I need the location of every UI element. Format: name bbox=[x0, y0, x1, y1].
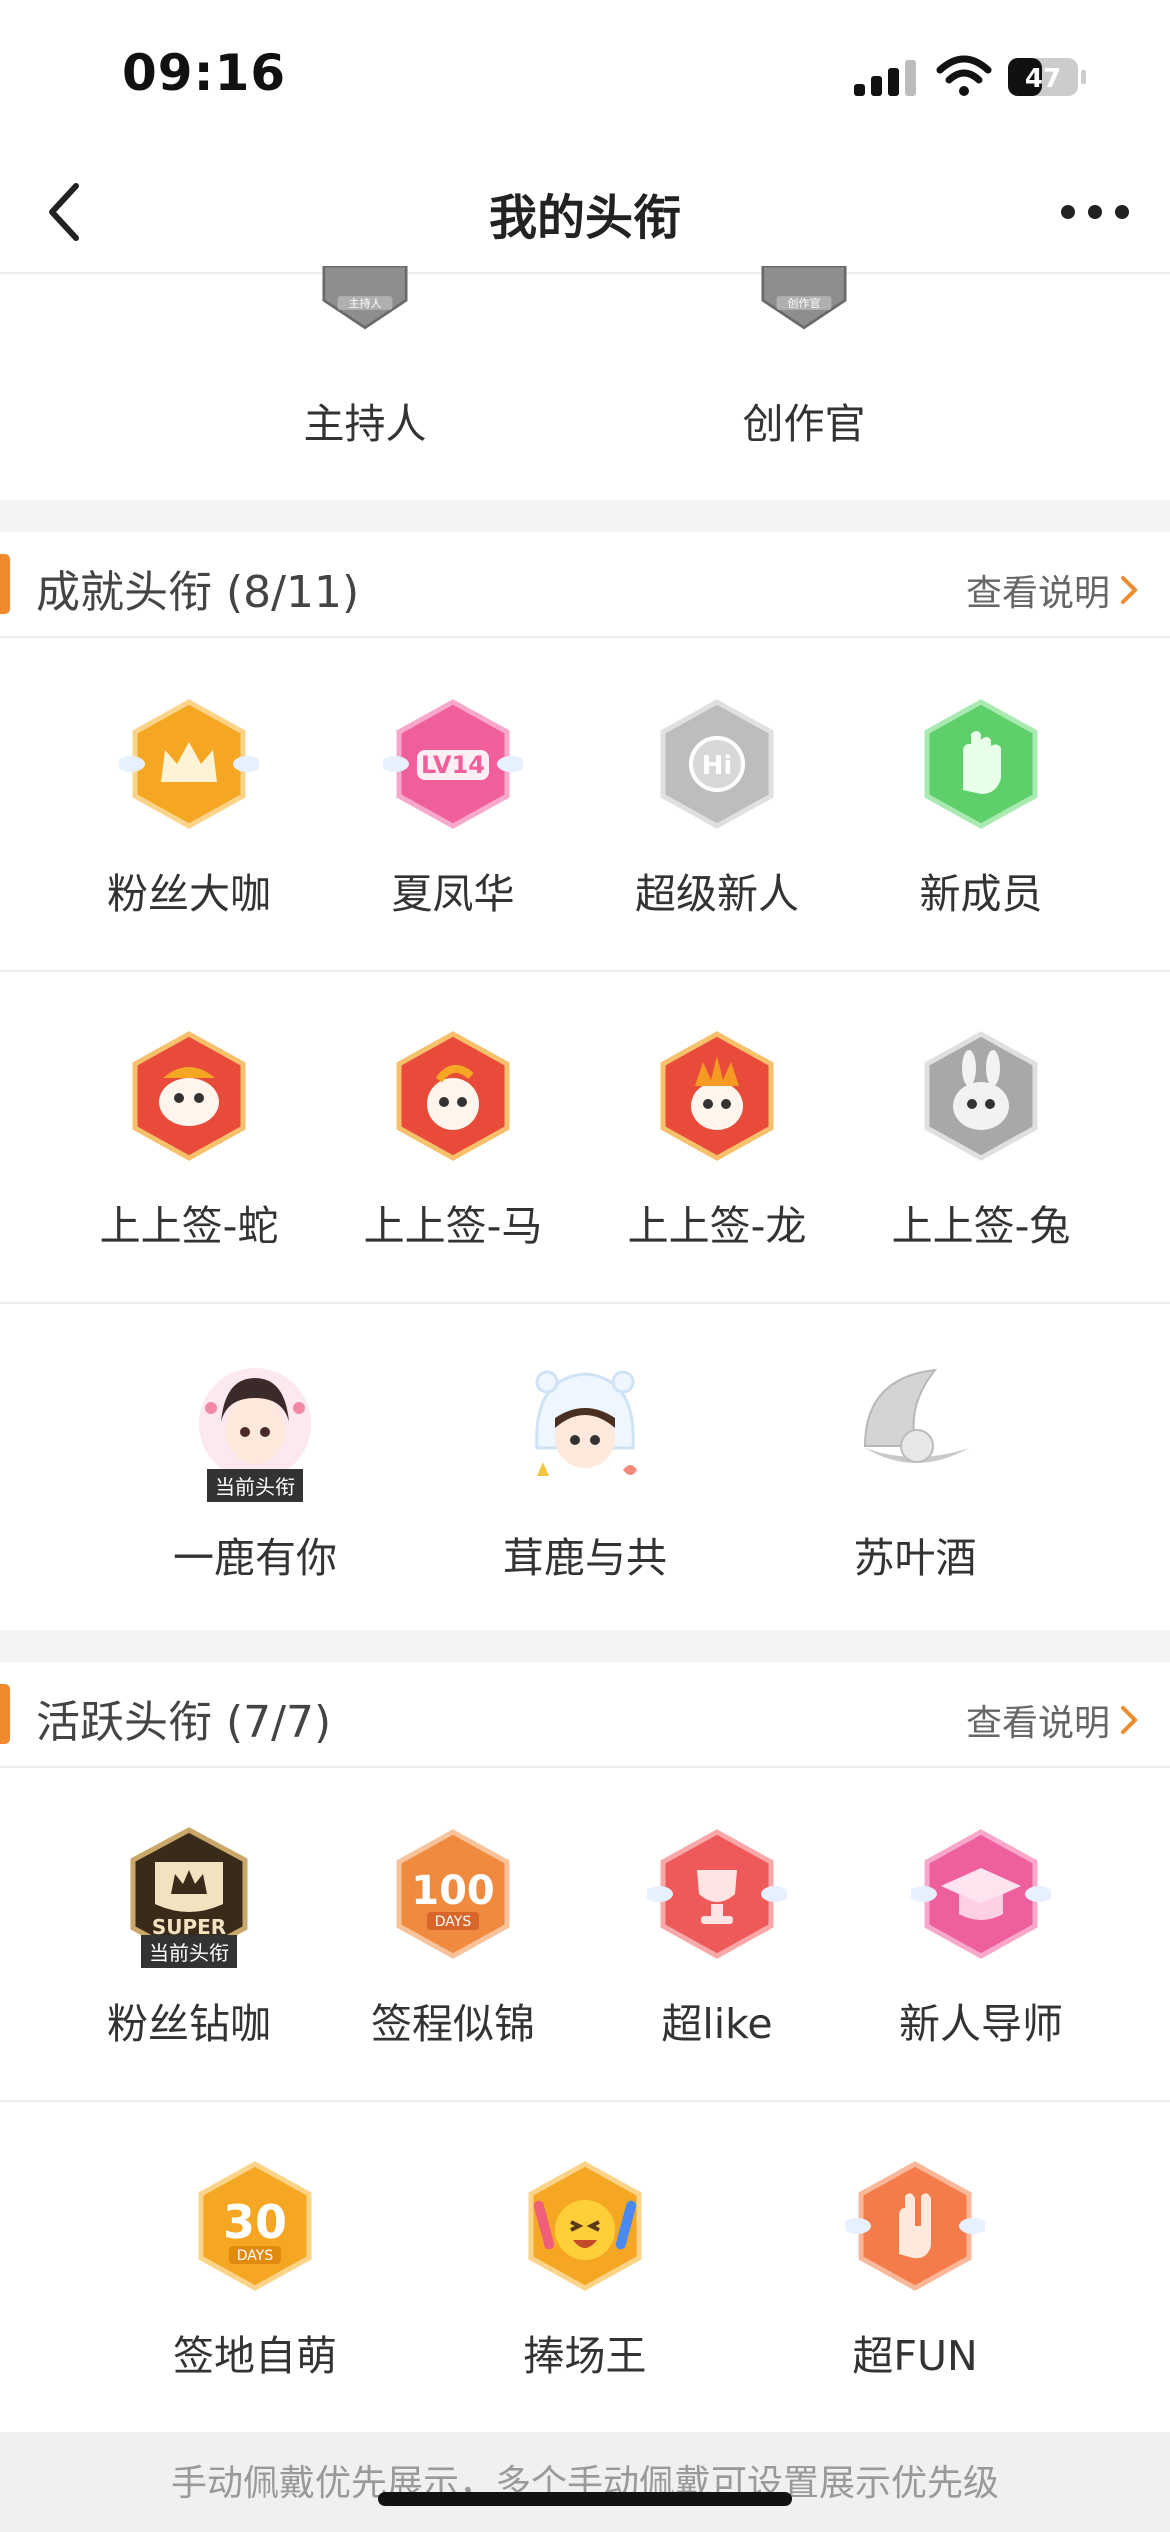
badge-label: 超like bbox=[661, 2000, 773, 2048]
badge-label: 上上签-蛇 bbox=[99, 1202, 279, 1250]
hi-text: Hi bbox=[702, 751, 733, 781]
badge-label: 一鹿有你 bbox=[173, 1534, 337, 1582]
badge-label: 粉丝钻咖 bbox=[107, 2000, 271, 2048]
badge-lucky-horse[interactable]: 上上签-马 bbox=[353, 1026, 553, 1252]
section-title: 成就头衔 (8/11) bbox=[36, 567, 360, 618]
home-indicator[interactable] bbox=[378, 2492, 792, 2506]
hi-icon: Hi bbox=[660, 699, 774, 829]
badge-suye-jiu[interactable]: 苏叶酒 bbox=[815, 1358, 1015, 1584]
badge-super-newbie[interactable]: Hi 超级新人 bbox=[617, 694, 817, 920]
badge-new-member[interactable]: 新成员 bbox=[881, 694, 1081, 920]
current-title-tag: 当前头衔 bbox=[207, 1469, 303, 1502]
30-days-icon: 30 DAYS bbox=[198, 2161, 312, 2291]
row-divider bbox=[0, 1302, 1170, 1304]
rabbit-sign-icon bbox=[924, 1031, 1038, 1161]
badge-super-like[interactable]: 超like bbox=[617, 1824, 817, 2050]
top-badges-card: 主持人 主持人 创作官 创作官 bbox=[0, 266, 1170, 500]
battery-level: 47 bbox=[1025, 64, 1061, 94]
badge-label: 茸鹿与共 bbox=[503, 1534, 667, 1582]
rock-hand-icon bbox=[845, 2161, 985, 2291]
chevron-right-icon bbox=[1121, 576, 1138, 604]
badge-label: 上上签-兔 bbox=[891, 1202, 1071, 1250]
grad-cap-icon bbox=[911, 1829, 1051, 1959]
page-title: 我的头衔 bbox=[488, 190, 681, 246]
dragon-sign-icon bbox=[660, 1031, 774, 1161]
badge-lucky-rabbit[interactable]: 上上签-兔 bbox=[881, 1026, 1081, 1252]
badge-newbie-mentor[interactable]: 新人导师 bbox=[881, 1824, 1081, 2050]
badge-super-fun[interactable]: 超FUN bbox=[815, 2156, 1015, 2382]
badge-label: 新成员 bbox=[919, 870, 1043, 918]
badge-ronglu-yugong[interactable]: 茸鹿与共 bbox=[485, 1358, 685, 1584]
cheer-face-icon bbox=[528, 2161, 642, 2291]
more-dots-icon bbox=[1061, 205, 1129, 219]
section-accent bbox=[0, 1684, 10, 1744]
badge-label: 签程似锦 bbox=[371, 2000, 535, 2048]
trophy-icon bbox=[647, 1829, 787, 1959]
badge-label: 超级新人 bbox=[635, 870, 799, 918]
active-badges-card: SUPER 当前头衔 粉丝钻咖 100 DAYS 签程似锦 超like 新人导师… bbox=[0, 1768, 1170, 2432]
bear-hood-girl-icon bbox=[535, 1370, 637, 1476]
badge-cheer-king[interactable]: 捧场王 bbox=[485, 2156, 685, 2382]
badge-label: 主持人 bbox=[303, 400, 427, 448]
more-button[interactable] bbox=[1040, 172, 1150, 252]
horse-sign-icon bbox=[396, 1031, 510, 1161]
badge-yilu-youni[interactable]: 当前头衔 一鹿有你 bbox=[155, 1358, 355, 1584]
lv14-text: LV14 bbox=[421, 751, 485, 779]
badge-30-days[interactable]: 30 DAYS 签地自萌 bbox=[155, 2156, 355, 2382]
badge-100-days[interactable]: 100 DAYS 签程似锦 bbox=[353, 1824, 553, 2050]
row-divider bbox=[0, 970, 1170, 972]
badge-label: 创作官 bbox=[742, 400, 866, 448]
see-explanation-link[interactable]: 查看说明 bbox=[966, 1694, 1138, 1746]
badge-label: 苏叶酒 bbox=[853, 1534, 977, 1582]
badge-label: 签地自萌 bbox=[173, 2332, 337, 2380]
section-accent bbox=[0, 554, 10, 614]
see-explanation-label: 查看说明 bbox=[965, 573, 1110, 614]
100-days-icon: 100 DAYS bbox=[396, 1829, 510, 1959]
badge-lv14[interactable]: LV14 夏凤华 bbox=[353, 694, 553, 920]
footer-note: 手动佩戴优先展示，多个手动佩戴可设置展示优先级 bbox=[0, 2432, 1170, 2532]
badge-lucky-snake[interactable]: 上上签-蛇 bbox=[89, 1026, 289, 1252]
badge-label: 超FUN bbox=[852, 2332, 978, 2380]
host-badge-icon: 主持人 bbox=[322, 266, 408, 330]
30-text: 30 bbox=[223, 2195, 287, 2249]
title-badge-creator[interactable]: 创作官 创作官 bbox=[704, 266, 904, 450]
chevron-right-icon bbox=[1121, 1706, 1138, 1734]
badge-lucky-dragon[interactable]: 上上签-龙 bbox=[617, 1026, 817, 1252]
see-explanation-label: 查看说明 bbox=[965, 1703, 1110, 1744]
battery-icon: 47 bbox=[1008, 58, 1086, 96]
current-title-tag: 当前头衔 bbox=[141, 1935, 237, 1968]
badge-label: 粉丝大咖 bbox=[107, 870, 271, 918]
snake-sign-icon bbox=[132, 1031, 246, 1161]
badge-label: 夏凤华 bbox=[391, 870, 515, 918]
badge-label: 捧场王 bbox=[523, 2332, 647, 2380]
status-bar: 09:16 47 bbox=[0, 0, 1170, 150]
title-badge-host[interactable]: 主持人 主持人 bbox=[265, 266, 465, 450]
days-text: DAYS bbox=[435, 1914, 472, 1930]
wave-hand-icon bbox=[924, 699, 1038, 829]
row-divider bbox=[0, 2100, 1170, 2102]
wifi-icon bbox=[936, 55, 992, 96]
host-badge-tag: 主持人 bbox=[349, 296, 382, 310]
section-title: 活跃头衔 (7/7) bbox=[36, 1697, 332, 1748]
achievement-section-header: 成就头衔 (8/11) 查看说明 bbox=[0, 532, 1170, 638]
badge-label: 上上签-龙 bbox=[627, 1202, 807, 1250]
see-explanation-link[interactable]: 查看说明 bbox=[966, 564, 1138, 616]
badge-fans-diamond[interactable]: SUPER 当前头衔 粉丝钻咖 bbox=[89, 1824, 289, 2050]
achievement-badges-card: 粉丝大咖 LV14 夏凤华 Hi 超级新人 新成员 上上签-蛇 上上签-马 上上… bbox=[0, 638, 1170, 1630]
crown-wings-icon bbox=[119, 699, 259, 829]
pearl-shell-icon bbox=[863, 1368, 969, 1463]
lv14-icon: LV14 bbox=[383, 699, 523, 829]
badge-fans-vip[interactable]: 粉丝大咖 bbox=[89, 694, 289, 920]
days-text: DAYS bbox=[237, 2248, 274, 2264]
active-section-header: 活跃头衔 (7/7) 查看说明 bbox=[0, 1662, 1170, 1768]
creator-badge-tag: 创作官 bbox=[788, 296, 821, 310]
creator-badge-icon: 创作官 bbox=[761, 266, 847, 330]
badge-label: 上上签-马 bbox=[363, 1202, 543, 1250]
nav-bar: 我的头衔 bbox=[0, 150, 1170, 274]
cellular-signal-icon bbox=[854, 60, 916, 96]
badge-label: 新人导师 bbox=[899, 2000, 1063, 2048]
100-text: 100 bbox=[411, 1868, 495, 1914]
status-time: 09:16 bbox=[122, 44, 287, 102]
